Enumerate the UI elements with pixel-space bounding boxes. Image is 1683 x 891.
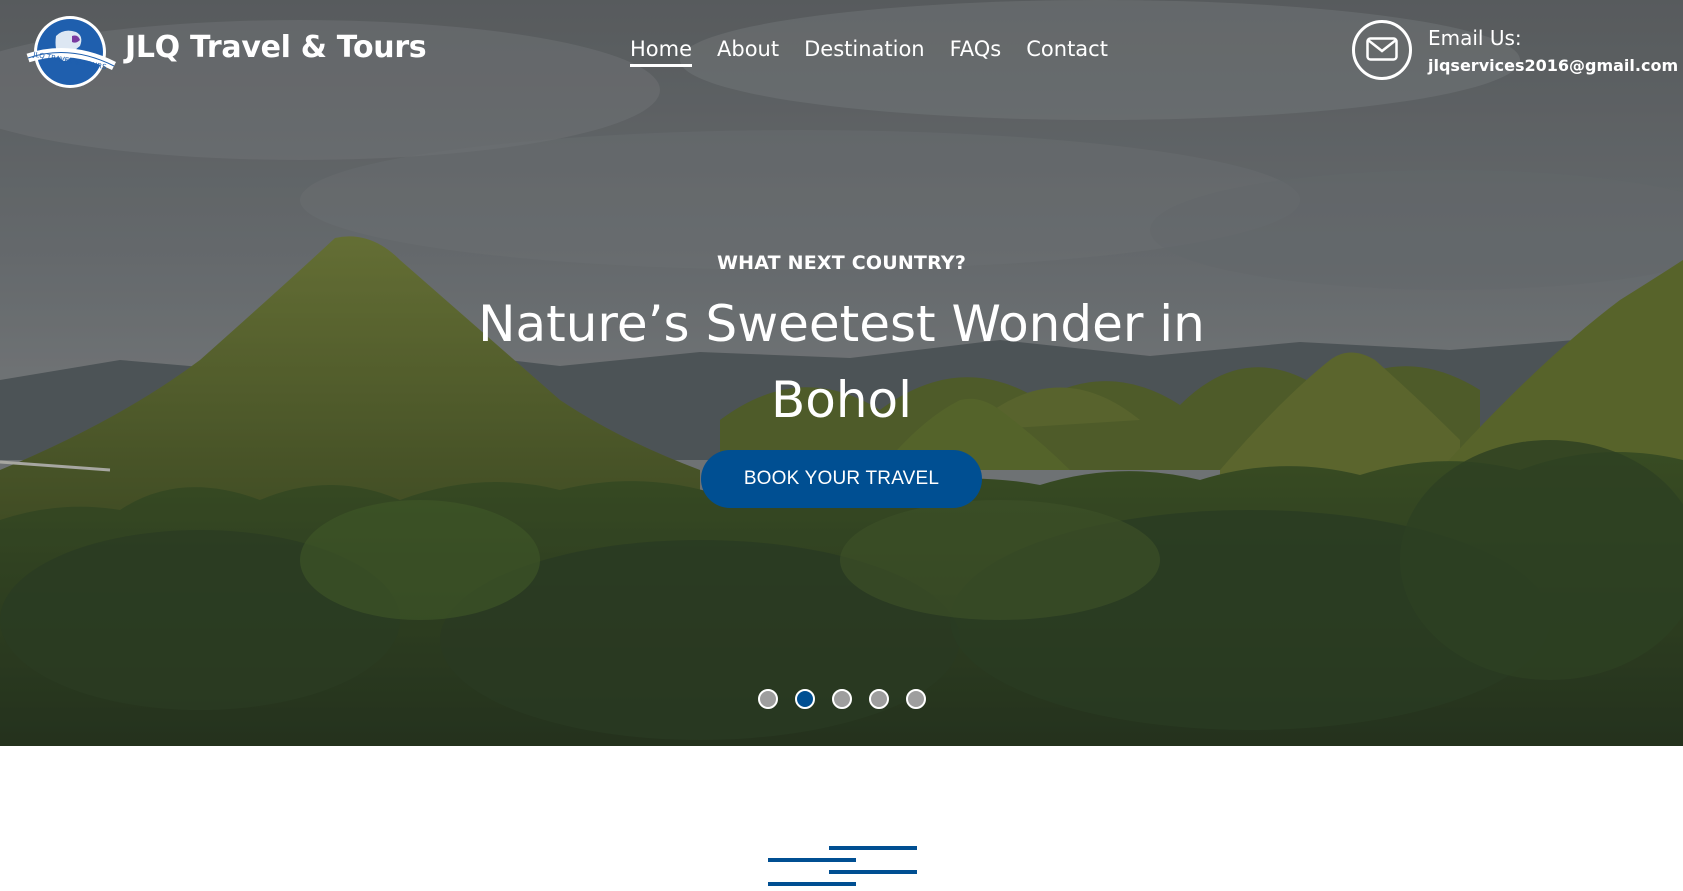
main-nav: Home About Destination FAQs Contact [630, 37, 1133, 67]
hero-headline: Nature’s Sweetest Wonder in Bohol [478, 295, 1205, 429]
nav-item-about[interactable]: About [717, 37, 779, 67]
nav-item-contact[interactable]: Contact [1026, 37, 1108, 67]
nav-item-faqs[interactable]: FAQs [950, 37, 1002, 67]
hero-section: JLQ TRAVEL & TOURS JLQ Travel & Tours Ho… [0, 0, 1683, 746]
brand-name[interactable]: JLQ Travel & Tours [125, 30, 427, 65]
slide-dot-1[interactable] [758, 689, 778, 709]
nav-item-destination[interactable]: Destination [804, 37, 925, 67]
logo-icon[interactable]: JLQ TRAVEL & TOURS [26, 14, 117, 90]
slide-dot-4[interactable] [869, 689, 889, 709]
envelope-icon [1352, 20, 1412, 80]
hero-eyebrow: WHAT NEXT COUNTRY? [716, 252, 967, 274]
slider-pagination [758, 689, 943, 709]
decorative-lines-icon [766, 844, 918, 890]
email-address-link[interactable]: jlqservices2016@gmail.com [1428, 56, 1678, 75]
site-header: JLQ TRAVEL & TOURS JLQ Travel & Tours Ho… [0, 0, 1683, 104]
nav-item-home[interactable]: Home [630, 37, 693, 67]
email-contact[interactable]: Email Us: jlqservices2016@gmail.com [1352, 20, 1678, 86]
book-travel-button[interactable]: BOOK YOUR TRAVEL [700, 450, 983, 508]
slide-dot-2[interactable] [795, 689, 815, 709]
slide-dot-3[interactable] [832, 689, 852, 709]
slide-dot-5[interactable] [906, 689, 926, 709]
hero-content: WHAT NEXT COUNTRY? Nature’s Sweetest Won… [0, 252, 1683, 508]
email-label: Email Us: [1428, 26, 1522, 50]
